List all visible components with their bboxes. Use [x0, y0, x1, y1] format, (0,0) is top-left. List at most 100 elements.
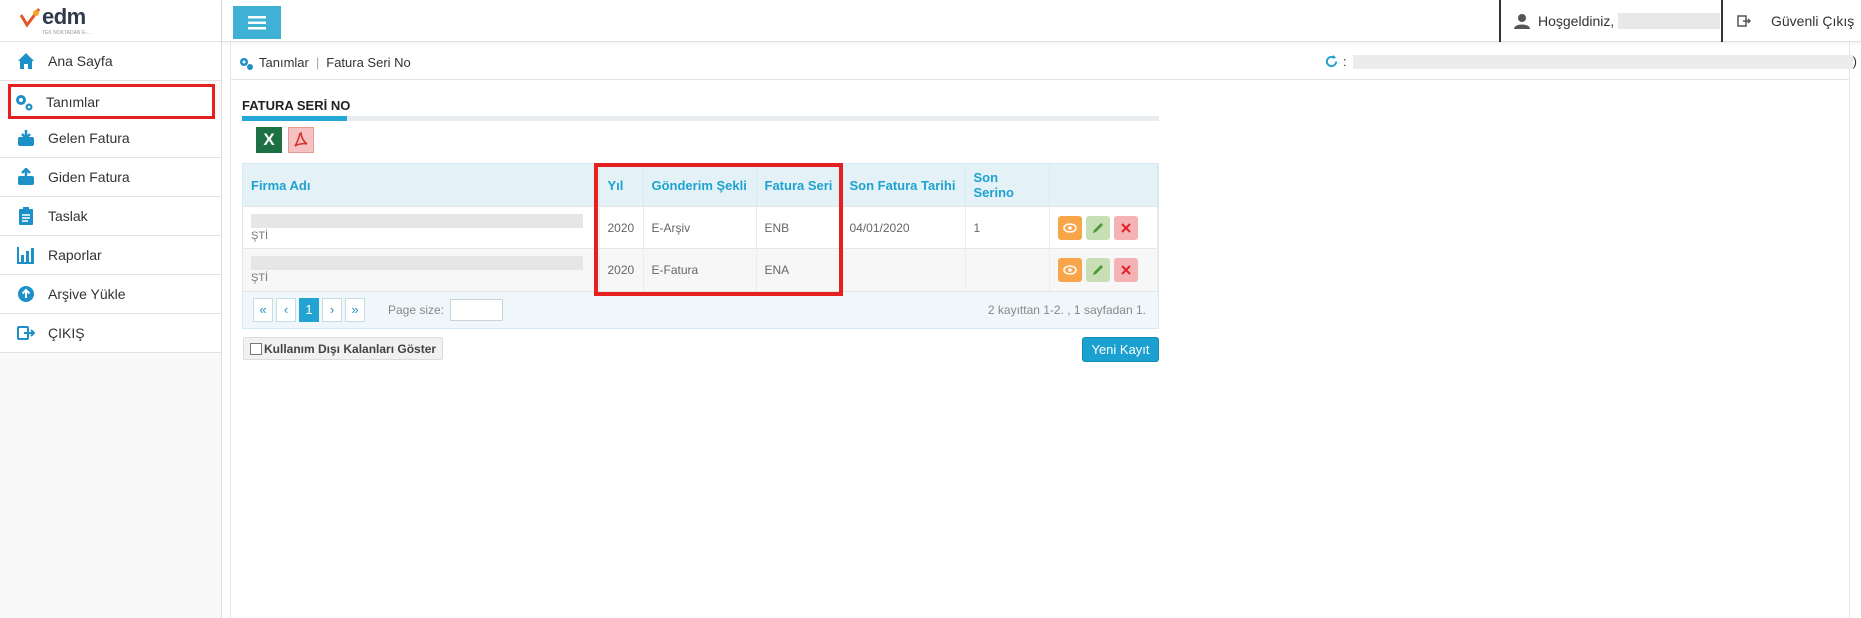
cell-son-tarih: 04/01/2020 [841, 206, 966, 249]
clipboard-icon [16, 206, 36, 226]
logout-label: Güvenli Çıkış [1771, 13, 1855, 29]
export-buttons: X [256, 127, 314, 153]
firm-suffix: ŞTİ [251, 229, 269, 242]
last-page-button[interactable]: » [345, 297, 365, 322]
sidebar-item-label: Tanımlar [46, 93, 100, 110]
company-info-prefix: : [1343, 54, 1347, 69]
sidebar-item-giden-fatura[interactable]: Giden Fatura [0, 158, 221, 197]
logo-text: edm [42, 4, 86, 29]
menu-toggle-button[interactable] [233, 6, 281, 39]
page-size-label: Page size: [388, 302, 445, 317]
page-title: FATURA SERİ NO [242, 98, 351, 113]
sidebar-item-taslak[interactable]: Taslak [0, 197, 221, 236]
cell-firma: ŞTİ [243, 206, 600, 249]
sidebar-item-ana-sayfa[interactable]: Ana Sayfa [0, 42, 221, 81]
delete-button[interactable] [1113, 257, 1138, 282]
logout-button[interactable]: Güvenli Çıkış [1721, 0, 1861, 42]
sidebar-item-label: ÇIKIŞ [48, 325, 85, 341]
welcome-text: Hoşgeldiniz, [1538, 13, 1615, 29]
cell-son-serino: 1 [965, 206, 1050, 249]
breadcrumb-item[interactable]: Tanımlar [259, 55, 309, 70]
sidebar-nav: Ana Sayfa Tanımlar Gelen Fatura Giden Fa… [0, 42, 221, 353]
logo-subtext: TEK NOKTADAN E-... [42, 30, 92, 36]
delete-button[interactable] [1113, 215, 1138, 240]
sidebar-item-gelen-fatura[interactable]: Gelen Fatura [0, 119, 221, 158]
column-header-firma[interactable]: Firma Adı [243, 164, 600, 207]
user-menu[interactable]: Hoşgeldiniz, [1499, 0, 1721, 42]
show-unused-toggle[interactable]: Kullanım Dışı Kalanları Göster [243, 337, 444, 360]
chevron-right-icon: › [329, 302, 335, 317]
sidebar-item-arsive-yukle[interactable]: Arşive Yükle [0, 275, 221, 314]
redacted-firm-name [251, 213, 583, 228]
double-chevron-right-icon: » [351, 302, 359, 317]
hamburger-icon [248, 15, 266, 29]
gears-icon [240, 57, 253, 70]
show-unused-checkbox[interactable] [250, 342, 262, 355]
edit-button[interactable] [1085, 257, 1110, 282]
sidebar-item-label: Gelen Fatura [48, 130, 130, 146]
redacted-company [1352, 54, 1853, 69]
next-page-button[interactable]: › [322, 297, 342, 322]
exit-icon [16, 323, 36, 343]
page-number-button[interactable]: 1 [299, 297, 319, 322]
excel-icon: X [263, 130, 275, 149]
double-chevron-left-icon: « [259, 302, 267, 317]
pdf-icon [294, 132, 308, 147]
chart-icon [16, 245, 36, 265]
inbox-out-icon [16, 167, 36, 187]
logout-icon [1737, 15, 1751, 27]
inbox-in-icon [16, 128, 36, 148]
highlight-box [594, 163, 843, 296]
title-accent [242, 116, 347, 121]
refresh-icon[interactable] [1325, 55, 1338, 68]
sidebar-item-label: Ana Sayfa [48, 53, 113, 69]
close-icon [1120, 265, 1131, 275]
company-info: : ) [1325, 54, 1857, 69]
view-button[interactable] [1057, 257, 1082, 282]
firm-suffix: ŞTİ [251, 271, 269, 284]
pencil-icon [1092, 222, 1103, 233]
logo-check-icon [20, 8, 40, 28]
redacted-firm-name [251, 255, 583, 270]
redacted-username [1618, 13, 1721, 29]
pencil-icon [1092, 264, 1103, 275]
sidebar: edm TEK NOKTADAN E-... Ana Sayfa Tanımla… [0, 0, 222, 618]
pager: « ‹ 1 › » Page size: 2 kayıttan 1-2. , 1… [243, 290, 1158, 328]
cell-actions [1049, 248, 1158, 291]
sidebar-item-label: Raporlar [48, 247, 102, 263]
prev-page-button[interactable]: ‹ [276, 297, 296, 322]
column-header-son-tarih[interactable]: Son Fatura Tarihi [841, 164, 966, 207]
column-header-son-serino[interactable]: Son Serino [965, 164, 1050, 207]
breadcrumb-item: Fatura Seri No [326, 55, 411, 70]
title-underline [242, 116, 1159, 121]
export-pdf-button[interactable] [288, 127, 314, 153]
chevron-left-icon: ‹ [283, 302, 289, 317]
new-record-button[interactable]: Yeni Kayıt [1082, 337, 1159, 362]
first-page-button[interactable]: « [253, 297, 273, 322]
edit-button[interactable] [1085, 215, 1110, 240]
breadcrumb-separator: | [315, 55, 320, 70]
column-header-actions [1049, 164, 1158, 207]
breadcrumb: Tanımlar | Fatura Seri No : ) [230, 46, 1857, 80]
page-size-input[interactable] [450, 298, 504, 321]
cell-son-tarih [841, 248, 966, 291]
eye-icon [1062, 222, 1077, 233]
sidebar-item-label: Taslak [48, 208, 88, 224]
eye-icon [1062, 265, 1077, 275]
view-button[interactable] [1057, 215, 1082, 240]
sidebar-item-cikis[interactable]: ÇIKIŞ [0, 314, 221, 353]
show-unused-label: Kullanım Dışı Kalanları Göster [264, 341, 437, 356]
gears-icon [14, 92, 34, 112]
pager-info: 2 kayıttan 1-2. , 1 sayfadan 1. [987, 302, 1146, 317]
home-icon [16, 51, 36, 71]
logo[interactable]: edm TEK NOKTADAN E-... [0, 0, 221, 42]
cell-son-serino [965, 248, 1050, 291]
sidebar-item-raporlar[interactable]: Raporlar [0, 236, 221, 275]
company-info-suffix: ) [1852, 54, 1857, 69]
export-excel-button[interactable]: X [256, 127, 282, 153]
content-frame [230, 42, 1850, 618]
sidebar-item-tanimlar[interactable]: Tanımlar [8, 84, 215, 119]
cell-firma: ŞTİ [243, 248, 600, 291]
top-bar: Hoşgeldiniz, Güvenli Çıkış [222, 0, 1861, 42]
upload-circle-icon [16, 284, 36, 304]
